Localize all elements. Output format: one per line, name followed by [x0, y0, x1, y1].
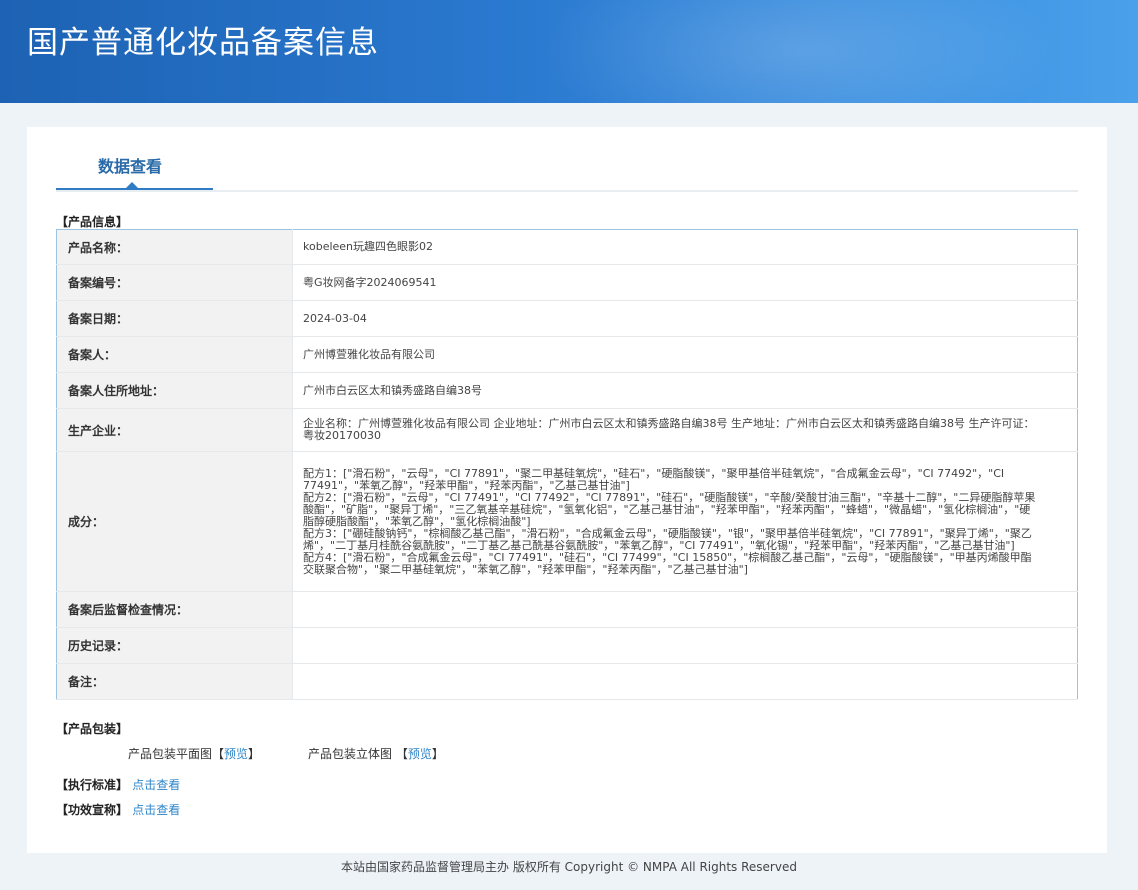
- info-row-label: 产品名称：: [56, 229, 293, 265]
- info-row: 备案人住所地址： 广州市白云区太和镇秀盛路自编38号: [56, 372, 1078, 409]
- info-row-value: 粤G妆网备字2024069541: [292, 264, 1078, 301]
- active-tab-caret-icon: [126, 182, 138, 188]
- info-row: 备案后监督检查情况：: [56, 591, 1078, 628]
- efficacy-heading: 【功效宣称】 点击查看: [56, 801, 180, 818]
- info-row-label: 备注：: [56, 663, 293, 700]
- info-row-value: [292, 591, 1078, 628]
- tab-data-view[interactable]: 数据查看: [56, 127, 213, 190]
- flat-preview-link[interactable]: 预览: [224, 747, 248, 761]
- standard-heading: 【执行标准】 点击查看: [56, 776, 180, 793]
- info-row-label: 备案人住所地址：: [56, 372, 293, 409]
- info-row-label: 生产企业：: [56, 408, 293, 452]
- info-row-value: [292, 627, 1078, 664]
- content-panel: 数据查看 【产品信息】 产品名称： kobeleen玩趣四色眼影02 备案编号： 粤G…: [27, 127, 1107, 853]
- info-row-label: 备案日期：: [56, 300, 293, 337]
- efficacy-view-link[interactable]: 点击查看: [132, 803, 180, 817]
- standard-label: 【执行标准】: [56, 778, 129, 792]
- info-row: 产品名称： kobeleen玩趣四色眼影02: [56, 229, 1078, 265]
- info-row: 备案日期： 2024-03-04: [56, 300, 1078, 337]
- info-row-label: 历史记录：: [56, 627, 293, 664]
- info-row-value: [292, 663, 1078, 700]
- packaging-flat: 产品包装平面图【预览】: [128, 747, 261, 761]
- info-row-value: kobeleen玩趣四色眼影02: [292, 229, 1078, 265]
- stereo-preview-link[interactable]: 预览: [408, 747, 432, 761]
- tab-bar: 数据查看: [56, 127, 1078, 192]
- standard-view-link[interactable]: 点击查看: [132, 778, 180, 792]
- info-row: 历史记录：: [56, 627, 1078, 664]
- packaging-heading: 【产品包装】: [56, 722, 129, 736]
- packaging-flat-label: 产品包装平面图: [128, 747, 213, 761]
- info-row: 生产企业： 企业名称：广州博萱雅化妆品有限公司 企业地址：广州市白云区太和镇秀盛路…: [56, 408, 1078, 452]
- info-row: 备案编号： 粤G妆网备字2024069541: [56, 264, 1078, 301]
- info-row: 备注：: [56, 663, 1078, 700]
- info-row-value: 广州博萱雅化妆品有限公司: [292, 336, 1078, 373]
- tab-data-view-label: 数据查看: [98, 157, 163, 176]
- footer-copyright: 本站由国家药品监督管理局主办 版权所有 Copyright © NMPA All…: [341, 860, 797, 874]
- info-row-value: 广州市白云区太和镇秀盛路自编38号: [292, 372, 1078, 409]
- info-row-label: 备案后监督检查情况：: [56, 591, 293, 628]
- packaging-stereo: 产品包装立体图 【预览】: [308, 747, 444, 761]
- page-title: 国产普通化妆品备案信息: [27, 25, 379, 61]
- info-row-value: 2024-03-04: [292, 300, 1078, 337]
- header-banner: 国产普通化妆品备案信息: [0, 0, 1138, 103]
- info-row-value: 配方1：["滑石粉"，"云母"，"CI 77891"，"聚二甲基硅氧烷"，"硅石…: [292, 451, 1078, 592]
- info-row-value: 企业名称：广州博萱雅化妆品有限公司 企业地址：广州市白云区太和镇秀盛路自编38号…: [292, 408, 1078, 452]
- product-info-table: 产品名称： kobeleen玩趣四色眼影02 备案编号： 粤G妆网备字20240695…: [56, 229, 1078, 700]
- efficacy-label: 【功效宣称】: [56, 803, 129, 817]
- info-row: 备案人： 广州博萱雅化妆品有限公司: [56, 336, 1078, 373]
- info-row-label: 备案人：: [56, 336, 293, 373]
- product-info-heading: 【产品信息】: [56, 215, 129, 229]
- packaging-stereo-label: 产品包装立体图: [308, 747, 393, 761]
- info-row: 成分： 配方1：["滑石粉"，"云母"，"CI 77891"，"聚二甲基硅氧烷"，…: [56, 451, 1078, 592]
- info-row-label: 成分：: [56, 451, 293, 592]
- info-row-label: 备案编号：: [56, 264, 293, 301]
